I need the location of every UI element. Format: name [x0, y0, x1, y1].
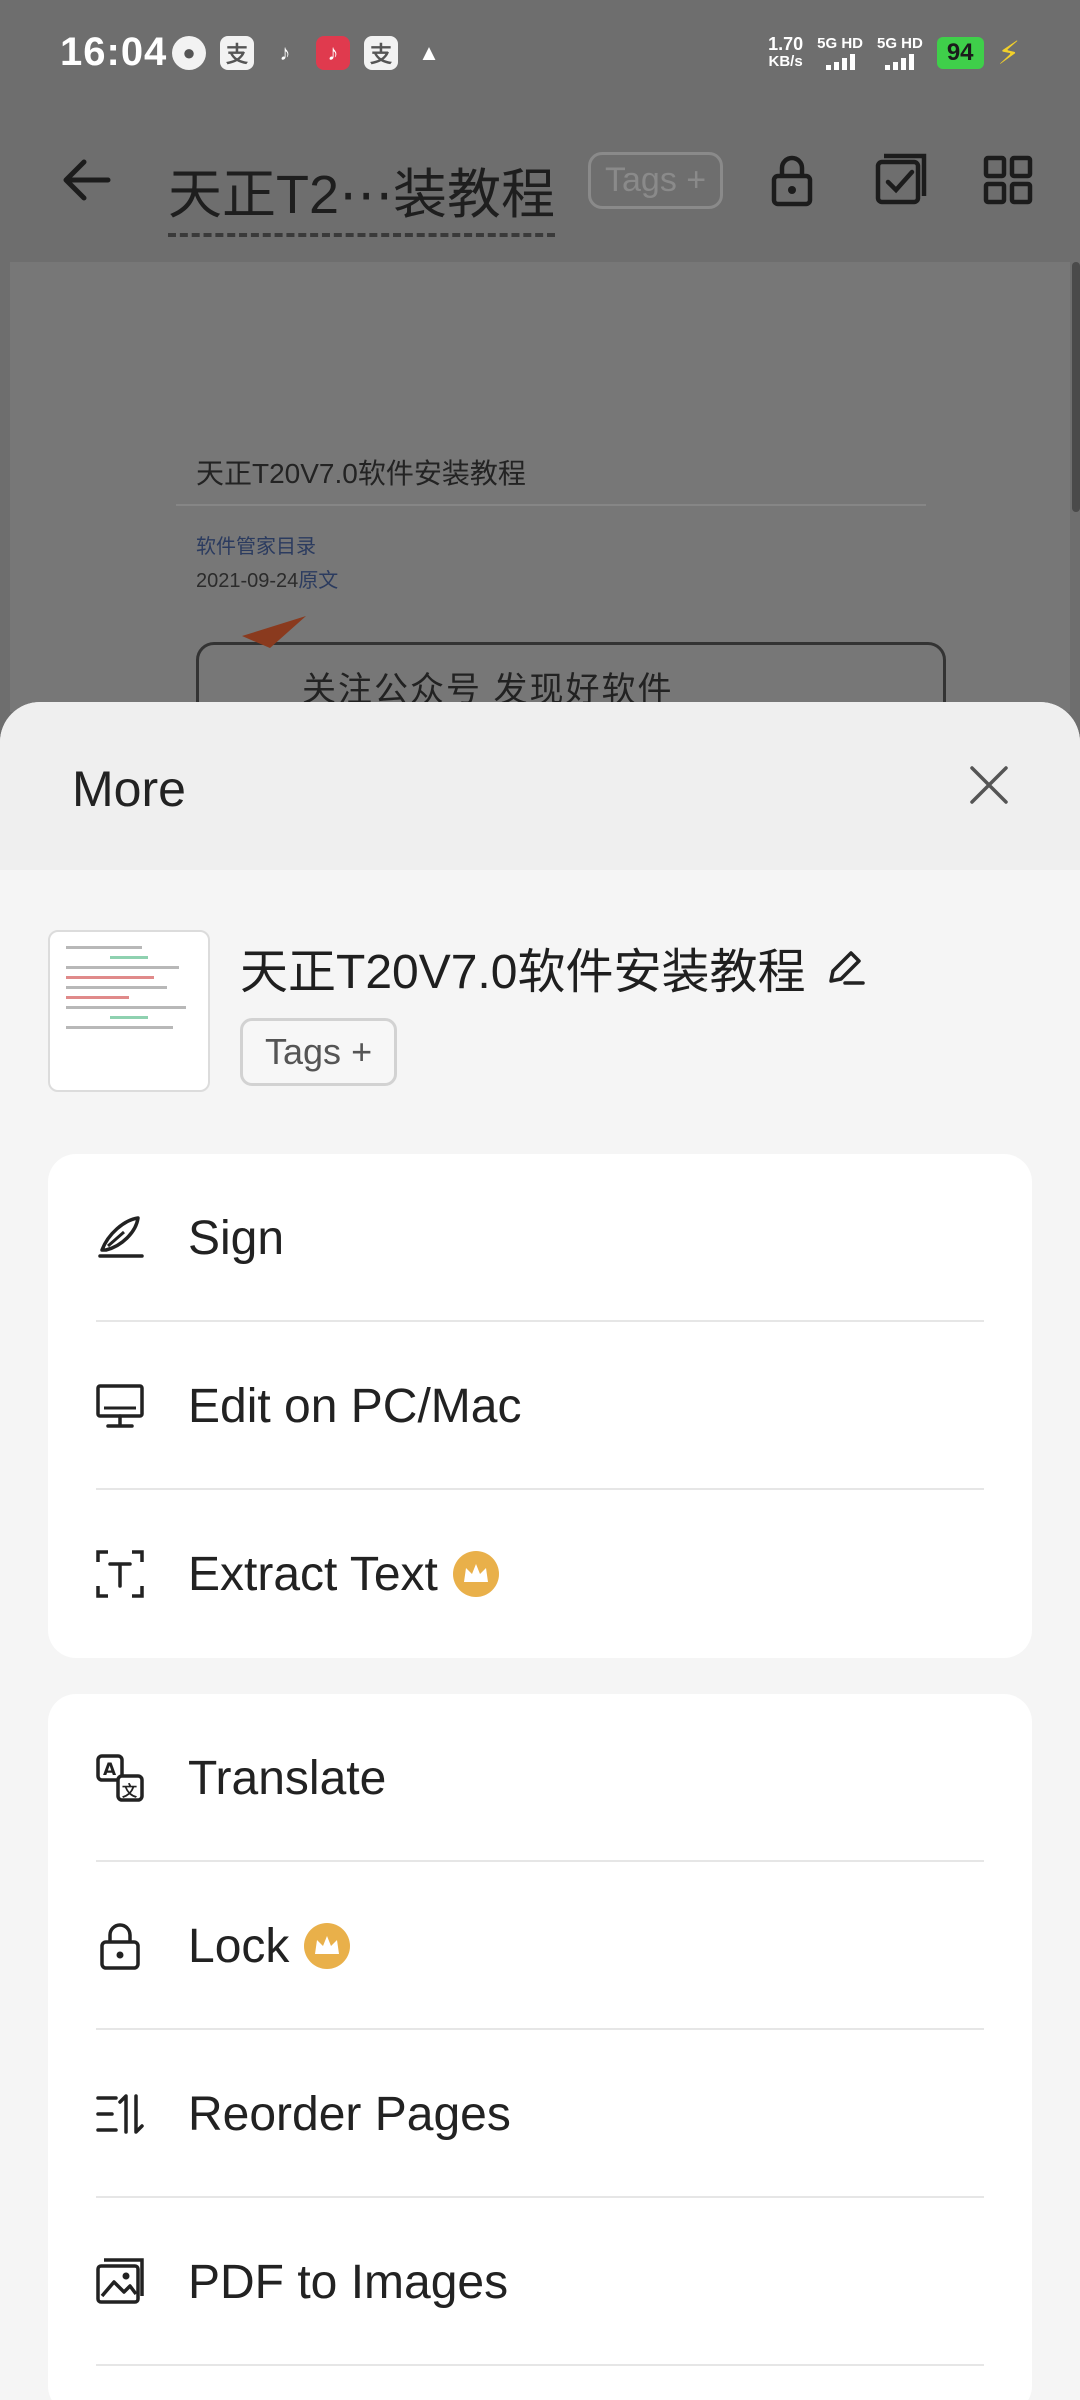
actions-card-2: A 文 Translate Lock Reorder Pages PDF to …: [48, 1694, 1032, 2400]
signal-1-label: 5G HD: [817, 35, 863, 52]
grid-view-icon[interactable]: [980, 152, 1036, 208]
charging-icon: ⚡: [997, 35, 1020, 71]
multi-select-icon[interactable]: [872, 152, 928, 208]
image-icon: [96, 2258, 144, 2304]
menu-item-label: Extract Text: [188, 1547, 438, 1601]
menu-item-extract-text[interactable]: Extract Text: [48, 1490, 1032, 1658]
menu-item-label: Sign: [188, 1211, 285, 1265]
divider: [176, 504, 926, 506]
sheet-title: More: [72, 761, 186, 817]
file-name[interactable]: 天正T20V7.0软件安装教程: [240, 932, 867, 1002]
message-icon: ●: [172, 36, 206, 70]
document-thumbnail: [48, 930, 210, 1092]
tiktok-lite-icon: ♪: [316, 36, 350, 70]
network-speed: 1.70 KB/s: [768, 35, 803, 71]
more-bottom-sheet: More 天正T20V7.0软件安装教程 Tags + Sign Edit on…: [0, 702, 1080, 2400]
divider: [96, 2364, 984, 2366]
network-speed-unit: KB/s: [768, 53, 803, 70]
menu-item-edit-on-pc[interactable]: Edit on PC/Mac: [48, 1322, 1032, 1490]
menu-item-lock[interactable]: Lock: [48, 1862, 1032, 2030]
svg-text:A: A: [103, 1760, 117, 1780]
app-bar: 天正T2⋯装教程 Tags +: [0, 120, 1080, 260]
status-time: 16:04: [60, 30, 168, 74]
tags-button-top[interactable]: Tags +: [588, 152, 724, 209]
tags-label: Tags: [605, 161, 677, 199]
lock-icon: [100, 1923, 140, 1970]
back-arrow-icon[interactable]: [56, 150, 116, 210]
signal-bars-icon: [877, 54, 923, 70]
signal-2-label: 5G HD: [876, 35, 923, 52]
page-source-link: 软件管家目录: [196, 536, 316, 558]
signal-2: 5G HD: [877, 36, 923, 70]
battery-level: 94: [936, 37, 984, 69]
tiktok-icon: ♪: [279, 40, 291, 65]
page-heading: 天正T20V7.0软件安装教程: [196, 458, 526, 489]
alipay-icon: 支: [364, 36, 398, 70]
scrollbar[interactable]: [1072, 262, 1080, 512]
svg-text:文: 文: [122, 1782, 138, 1800]
menu-item-label: Lock: [188, 1919, 290, 1973]
alipay-icon: 支: [220, 36, 254, 70]
file-info: 天正T20V7.0软件安装教程 Tags +: [0, 870, 1080, 1100]
menu-item-label: PDF to Images: [188, 2255, 509, 2309]
menu-item-label-wrap: Lock: [188, 1919, 351, 1974]
menu-item-label: Translate: [188, 1751, 387, 1805]
menu-item-label-wrap: Extract Text: [188, 1547, 500, 1602]
reorder-icon: [96, 2094, 144, 2134]
signature-pen-icon: [98, 1216, 144, 1258]
notification-icons: ● 支 ♪ ♪ 支 ▲: [172, 36, 446, 70]
lock-icon[interactable]: [764, 152, 820, 208]
signal-bars-icon: [817, 54, 863, 70]
qq-icon: ▲: [418, 40, 440, 65]
signal-1: 5G HD: [817, 36, 863, 70]
actions-card-1: Sign Edit on PC/Mac Extract Text: [48, 1154, 1032, 1658]
edit-pencil-icon[interactable]: [823, 945, 867, 989]
plus-icon: +: [686, 161, 707, 199]
status-indicators: 1.70 KB/s 5G HD 5G HD 94 ⚡: [768, 34, 1020, 72]
status-bar: 16:04 ● 支 ♪ ♪ 支 ▲ 1.70 KB/s 5G HD 5G HD …: [0, 0, 1080, 110]
network-speed-value: 1.70: [768, 34, 804, 54]
page-date: 2021-09-24原文: [196, 564, 338, 593]
desktop-monitor-icon: [96, 1384, 144, 1428]
file-name-text: 天正T20V7.0软件安装教程: [240, 946, 806, 999]
premium-crown-icon: [304, 1923, 351, 1969]
premium-crown-icon: [452, 1551, 499, 1597]
tags-label: Tags: [265, 1031, 342, 1072]
menu-item-translate[interactable]: A 文 Translate: [48, 1694, 1032, 1862]
translate-icon: A 文: [96, 1754, 144, 1802]
document-title[interactable]: 天正T2⋯装教程: [168, 150, 556, 237]
menu-item-sign[interactable]: Sign: [48, 1154, 1032, 1322]
menu-item-label: Reorder Pages: [188, 2087, 511, 2141]
paper-plane-icon: [242, 616, 306, 648]
document-preview: 天正T20V7.0软件安装教程 软件管家目录 2021-09-24原文 关注公众…: [10, 262, 1070, 732]
menu-item-reorder-pages[interactable]: Reorder Pages: [48, 2030, 1032, 2198]
original-link: 原文: [298, 570, 339, 592]
document-page: 天正T20V7.0软件安装教程 软件管家目录 2021-09-24原文 关注公众…: [150, 262, 950, 732]
sheet-header: More: [0, 702, 1080, 870]
text-scan-icon: [96, 1550, 144, 1598]
close-icon[interactable]: [964, 760, 1014, 810]
menu-item-label: Edit on PC/Mac: [188, 1379, 522, 1433]
page-date-value: 2021-09-24: [196, 570, 299, 592]
plus-icon: +: [351, 1031, 373, 1072]
tags-button[interactable]: Tags +: [240, 1018, 398, 1086]
menu-item-pdf-to-images[interactable]: PDF to Images: [48, 2198, 1032, 2366]
